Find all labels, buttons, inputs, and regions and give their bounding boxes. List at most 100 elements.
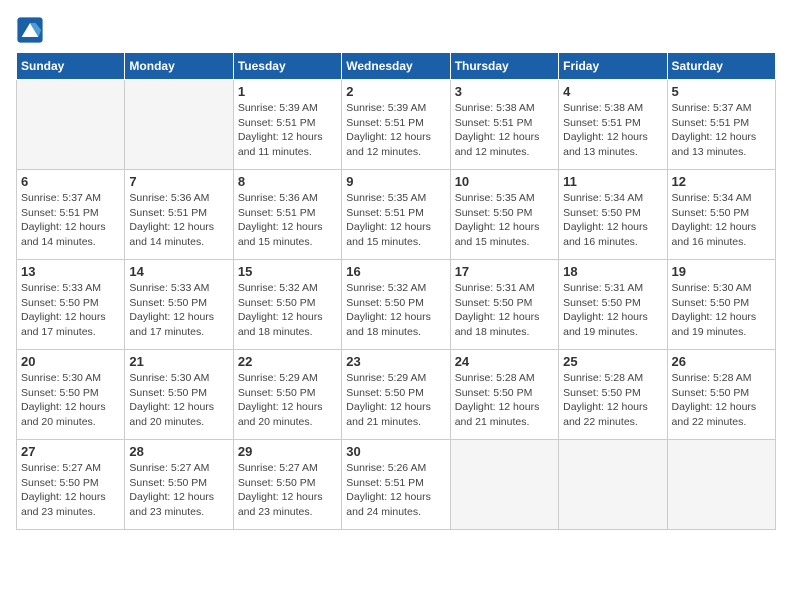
- day-header-sunday: Sunday: [17, 53, 125, 80]
- day-info: Sunrise: 5:34 AMSunset: 5:50 PMDaylight:…: [563, 191, 662, 250]
- day-header-saturday: Saturday: [667, 53, 775, 80]
- calendar-cell: 6 Sunrise: 5:37 AMSunset: 5:51 PMDaylight…: [17, 170, 125, 260]
- calendar-cell: 3 Sunrise: 5:38 AMSunset: 5:51 PMDaylight…: [450, 80, 558, 170]
- day-number: 11: [563, 174, 662, 189]
- day-number: 9: [346, 174, 445, 189]
- calendar-cell: [17, 80, 125, 170]
- calendar-cell: 22 Sunrise: 5:29 AMSunset: 5:50 PMDayligh…: [233, 350, 341, 440]
- day-info: Sunrise: 5:39 AMSunset: 5:51 PMDaylight:…: [238, 101, 337, 160]
- day-number: 28: [129, 444, 228, 459]
- day-number: 6: [21, 174, 120, 189]
- day-number: 15: [238, 264, 337, 279]
- day-number: 29: [238, 444, 337, 459]
- calendar-cell: 26Sunrise: 5:28 AMSunset: 5:50 PMDayligh…: [667, 350, 775, 440]
- day-info: Sunrise: 5:30 AMSunset: 5:50 PMDaylight:…: [672, 281, 771, 340]
- calendar-cell: [125, 80, 233, 170]
- calendar-week-3: 13 Sunrise: 5:33 AMSunset: 5:50 PMDayligh…: [17, 260, 776, 350]
- day-info: Sunrise: 5:27 AMSunset: 5:50 PMDaylight:…: [238, 461, 337, 520]
- day-info: Sunrise: 5:39 AMSunset: 5:51 PMDaylight:…: [346, 101, 445, 160]
- day-number: 4: [563, 84, 662, 99]
- calendar-week-5: 27 Sunrise: 5:27 AMSunset: 5:50 PMDayligh…: [17, 440, 776, 530]
- calendar-cell: 30 Sunrise: 5:26 AMSunset: 5:51 PMDayligh…: [342, 440, 450, 530]
- calendar-cell: 27 Sunrise: 5:27 AMSunset: 5:50 PMDayligh…: [17, 440, 125, 530]
- day-number: 12: [672, 174, 771, 189]
- day-info: Sunrise: 5:34 AMSunset: 5:50 PMDaylight:…: [672, 191, 771, 250]
- day-number: 14: [129, 264, 228, 279]
- calendar-week-1: 1 Sunrise: 5:39 AMSunset: 5:51 PMDaylight…: [17, 80, 776, 170]
- day-number: 7: [129, 174, 228, 189]
- calendar-cell: 14Sunrise: 5:33 AMSunset: 5:50 PMDayligh…: [125, 260, 233, 350]
- calendar-cell: 21 Sunrise: 5:30 AMSunset: 5:50 PMDayligh…: [125, 350, 233, 440]
- calendar-cell: 8 Sunrise: 5:36 AMSunset: 5:51 PMDaylight…: [233, 170, 341, 260]
- day-info: Sunrise: 5:35 AMSunset: 5:51 PMDaylight:…: [346, 191, 445, 250]
- calendar-cell: 5 Sunrise: 5:37 AMSunset: 5:51 PMDaylight…: [667, 80, 775, 170]
- day-number: 22: [238, 354, 337, 369]
- day-header-wednesday: Wednesday: [342, 53, 450, 80]
- day-number: 3: [455, 84, 554, 99]
- day-header-monday: Monday: [125, 53, 233, 80]
- day-info: Sunrise: 5:37 AMSunset: 5:51 PMDaylight:…: [672, 101, 771, 160]
- calendar: SundayMondayTuesdayWednesdayThursdayFrid…: [16, 52, 776, 530]
- day-header-thursday: Thursday: [450, 53, 558, 80]
- logo-icon: [16, 16, 44, 44]
- day-number: 24: [455, 354, 554, 369]
- day-number: 20: [21, 354, 120, 369]
- day-info: Sunrise: 5:32 AMSunset: 5:50 PMDaylight:…: [346, 281, 445, 340]
- calendar-cell: 7 Sunrise: 5:36 AMSunset: 5:51 PMDaylight…: [125, 170, 233, 260]
- day-header-tuesday: Tuesday: [233, 53, 341, 80]
- day-info: Sunrise: 5:36 AMSunset: 5:51 PMDaylight:…: [238, 191, 337, 250]
- calendar-cell: [559, 440, 667, 530]
- calendar-cell: 19 Sunrise: 5:30 AMSunset: 5:50 PMDayligh…: [667, 260, 775, 350]
- day-info: Sunrise: 5:35 AMSunset: 5:50 PMDaylight:…: [455, 191, 554, 250]
- day-number: 21: [129, 354, 228, 369]
- day-number: 5: [672, 84, 771, 99]
- day-number: 27: [21, 444, 120, 459]
- day-header-friday: Friday: [559, 53, 667, 80]
- logo: [16, 16, 48, 44]
- calendar-cell: 15 Sunrise: 5:32 AMSunset: 5:50 PMDayligh…: [233, 260, 341, 350]
- day-info: Sunrise: 5:29 AMSunset: 5:50 PMDaylight:…: [346, 371, 445, 430]
- day-info: Sunrise: 5:38 AMSunset: 5:51 PMDaylight:…: [455, 101, 554, 160]
- calendar-cell: 24 Sunrise: 5:28 AMSunset: 5:50 PMDayligh…: [450, 350, 558, 440]
- day-info: Sunrise: 5:28 AMSunset: 5:50 PMDaylight:…: [672, 371, 771, 430]
- calendar-cell: [667, 440, 775, 530]
- day-number: 30: [346, 444, 445, 459]
- day-info: Sunrise: 5:33 AMSunset: 5:50 PMDaylight:…: [21, 281, 120, 340]
- calendar-cell: [450, 440, 558, 530]
- calendar-cell: 12 Sunrise: 5:34 AMSunset: 5:50 PMDayligh…: [667, 170, 775, 260]
- day-info: Sunrise: 5:29 AMSunset: 5:50 PMDaylight:…: [238, 371, 337, 430]
- day-number: 17: [455, 264, 554, 279]
- day-number: 25: [563, 354, 662, 369]
- day-info: Sunrise: 5:30 AMSunset: 5:50 PMDaylight:…: [129, 371, 228, 430]
- day-info: Sunrise: 5:30 AMSunset: 5:50 PMDaylight:…: [21, 371, 120, 430]
- calendar-cell: 13 Sunrise: 5:33 AMSunset: 5:50 PMDayligh…: [17, 260, 125, 350]
- day-info: Sunrise: 5:28 AMSunset: 5:50 PMDaylight:…: [455, 371, 554, 430]
- day-info: Sunrise: 5:26 AMSunset: 5:51 PMDaylight:…: [346, 461, 445, 520]
- day-info: Sunrise: 5:27 AMSunset: 5:50 PMDaylight:…: [21, 461, 120, 520]
- calendar-cell: 10Sunrise: 5:35 AMSunset: 5:50 PMDayligh…: [450, 170, 558, 260]
- day-info: Sunrise: 5:31 AMSunset: 5:50 PMDaylight:…: [455, 281, 554, 340]
- day-info: Sunrise: 5:27 AMSunset: 5:50 PMDaylight:…: [129, 461, 228, 520]
- day-info: Sunrise: 5:37 AMSunset: 5:51 PMDaylight:…: [21, 191, 120, 250]
- day-number: 8: [238, 174, 337, 189]
- day-info: Sunrise: 5:31 AMSunset: 5:50 PMDaylight:…: [563, 281, 662, 340]
- day-number: 1: [238, 84, 337, 99]
- day-info: Sunrise: 5:32 AMSunset: 5:50 PMDaylight:…: [238, 281, 337, 340]
- calendar-cell: 23 Sunrise: 5:29 AMSunset: 5:50 PMDayligh…: [342, 350, 450, 440]
- day-number: 23: [346, 354, 445, 369]
- calendar-cell: 29 Sunrise: 5:27 AMSunset: 5:50 PMDayligh…: [233, 440, 341, 530]
- day-number: 16: [346, 264, 445, 279]
- day-number: 13: [21, 264, 120, 279]
- calendar-cell: 25 Sunrise: 5:28 AMSunset: 5:50 PMDayligh…: [559, 350, 667, 440]
- calendar-week-2: 6 Sunrise: 5:37 AMSunset: 5:51 PMDaylight…: [17, 170, 776, 260]
- day-number: 19: [672, 264, 771, 279]
- day-info: Sunrise: 5:36 AMSunset: 5:51 PMDaylight:…: [129, 191, 228, 250]
- calendar-cell: 17 Sunrise: 5:31 AMSunset: 5:50 PMDayligh…: [450, 260, 558, 350]
- day-info: Sunrise: 5:28 AMSunset: 5:50 PMDaylight:…: [563, 371, 662, 430]
- calendar-cell: 18 Sunrise: 5:31 AMSunset: 5:50 PMDayligh…: [559, 260, 667, 350]
- day-number: 2: [346, 84, 445, 99]
- day-number: 18: [563, 264, 662, 279]
- calendar-cell: 4Sunrise: 5:38 AMSunset: 5:51 PMDaylight…: [559, 80, 667, 170]
- calendar-header-row: SundayMondayTuesdayWednesdayThursdayFrid…: [17, 53, 776, 80]
- calendar-cell: 16 Sunrise: 5:32 AMSunset: 5:50 PMDayligh…: [342, 260, 450, 350]
